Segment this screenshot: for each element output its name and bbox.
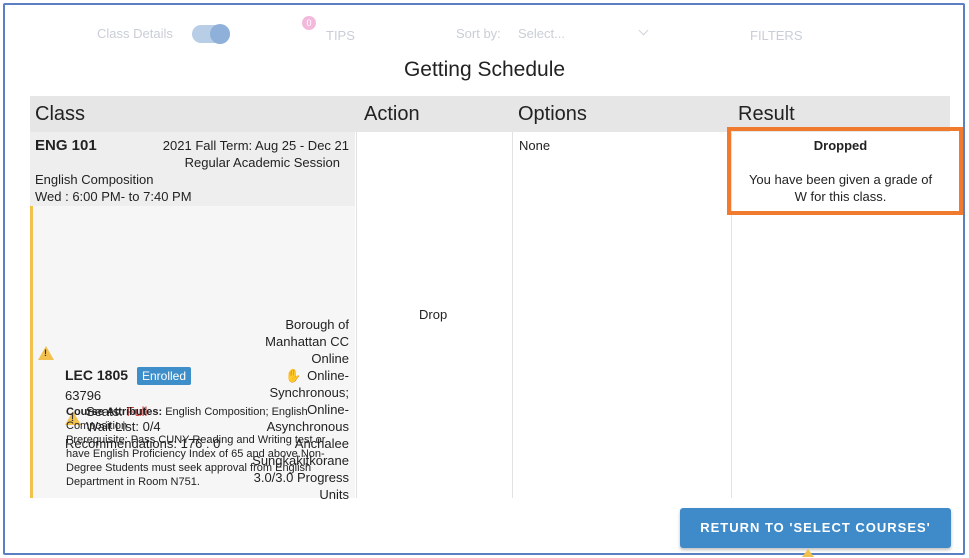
warning-icon — [38, 346, 54, 360]
options-value: None — [519, 138, 551, 153]
tips-count-badge: 0 — [302, 16, 316, 30]
pointer-arrow-icon — [802, 549, 814, 557]
header-class: Class — [35, 103, 86, 125]
header-options: Options — [518, 103, 587, 125]
class-details-toggle[interactable] — [192, 24, 230, 44]
tips-button[interactable]: TIPS — [326, 28, 355, 43]
course-meeting: Wed : 6:00 PM- to 7:40 PM — [35, 189, 192, 204]
class-number: 63796 — [65, 388, 102, 403]
page-title: Getting Schedule — [403, 58, 566, 81]
prereq-line: have English Proficiency Index of 65 and… — [66, 448, 325, 460]
attributes-cont: Composition — [66, 420, 128, 432]
prereq-line: Prerequisite: Pass CUNY Reading and Writ… — [66, 434, 326, 446]
sort-label: Sort by: — [456, 26, 501, 41]
section-id: LEC 1805 — [65, 367, 129, 383]
course-header: ENG 101 2021 Fall Term: Aug 25 - Dec 21 … — [30, 132, 355, 206]
header-result: Result — [738, 103, 795, 125]
column-divider — [356, 132, 357, 498]
units: Units — [319, 487, 349, 502]
location-line: Borough of — [285, 317, 349, 332]
attributes-label: Course Attributes: — [66, 406, 163, 418]
return-to-select-courses-button[interactable]: RETURN TO 'SELECT COURSES' — [680, 508, 951, 548]
column-divider — [512, 132, 513, 498]
location-line: Synchronous; — [269, 385, 350, 400]
filters-button[interactable]: FILTERS — [750, 28, 803, 43]
header-action: Action — [364, 103, 420, 125]
cursor-icon: ✋ — [285, 368, 302, 383]
location-line: Online — [311, 351, 349, 366]
location-line: Manhattan CC — [265, 334, 349, 349]
course-term: 2021 Fall Term: Aug 25 - Dec 21 — [162, 138, 349, 153]
result-highlight-box — [727, 127, 963, 215]
attributes-value: English Composition; English — [162, 406, 308, 418]
course-name: English Composition — [35, 172, 154, 187]
location-line: Online- — [307, 402, 349, 417]
sort-select[interactable]: Select... — [518, 26, 565, 41]
location-line: Online- — [307, 368, 349, 383]
course-attributes: Course Attributes: English Composition; … — [66, 405, 308, 419]
course-session: Regular Academic Session — [184, 155, 340, 170]
toolbar: Class Details 0 TIPS Sort by: Select... … — [0, 0, 969, 60]
action-drop: Drop — [419, 307, 448, 322]
prereq-line: Degree Students must seek approval from … — [66, 462, 312, 474]
enrolled-badge: Enrolled — [137, 367, 192, 385]
chevron-down-icon[interactable] — [638, 25, 649, 36]
class-details-label: Class Details — [97, 26, 173, 41]
prereq-line: Department in Room N751. — [66, 476, 200, 488]
toggle-knob — [210, 24, 230, 44]
course-code: ENG 101 — [35, 137, 97, 154]
